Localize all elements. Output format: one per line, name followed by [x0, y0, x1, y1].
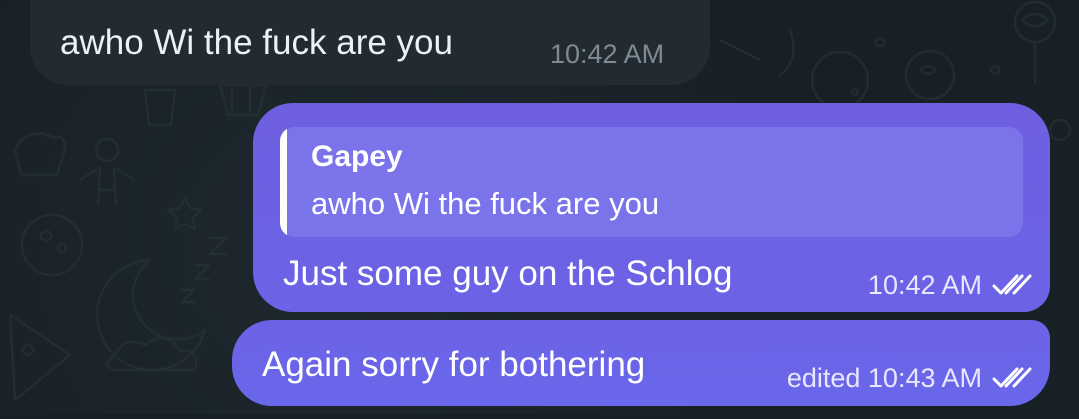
reply-quote[interactable]: Gapey awho Wi the fuck are you	[280, 127, 1023, 237]
outgoing-message[interactable]: Again sorry for bothering edited 10:43 A…	[232, 320, 1050, 406]
message-time: 10:42 AM	[550, 39, 665, 69]
outgoing-reply-message[interactable]: Gapey awho Wi the fuck are you Just some…	[253, 103, 1050, 312]
message-text: Again sorry for bothering	[262, 345, 646, 384]
double-check-icon	[992, 273, 1032, 297]
quote-bar	[280, 127, 287, 237]
incoming-message[interactable]: awho Wi the fuck are you 10:42 AM	[30, 0, 710, 85]
edited-time: edited 10:43 AM	[786, 363, 982, 393]
message-time: 10:42 AM	[867, 270, 982, 300]
message-meta: 10:42 AM	[868, 269, 1032, 301]
message-text: awho Wi the fuck are you	[60, 23, 453, 62]
quote-author: Gapey	[311, 140, 403, 173]
quote-text: awho Wi the fuck are you	[311, 186, 660, 221]
message-meta: edited 10:43 AM	[787, 362, 1032, 394]
double-check-icon	[992, 366, 1032, 390]
message-text: Just some guy on the Schlog	[283, 254, 733, 293]
